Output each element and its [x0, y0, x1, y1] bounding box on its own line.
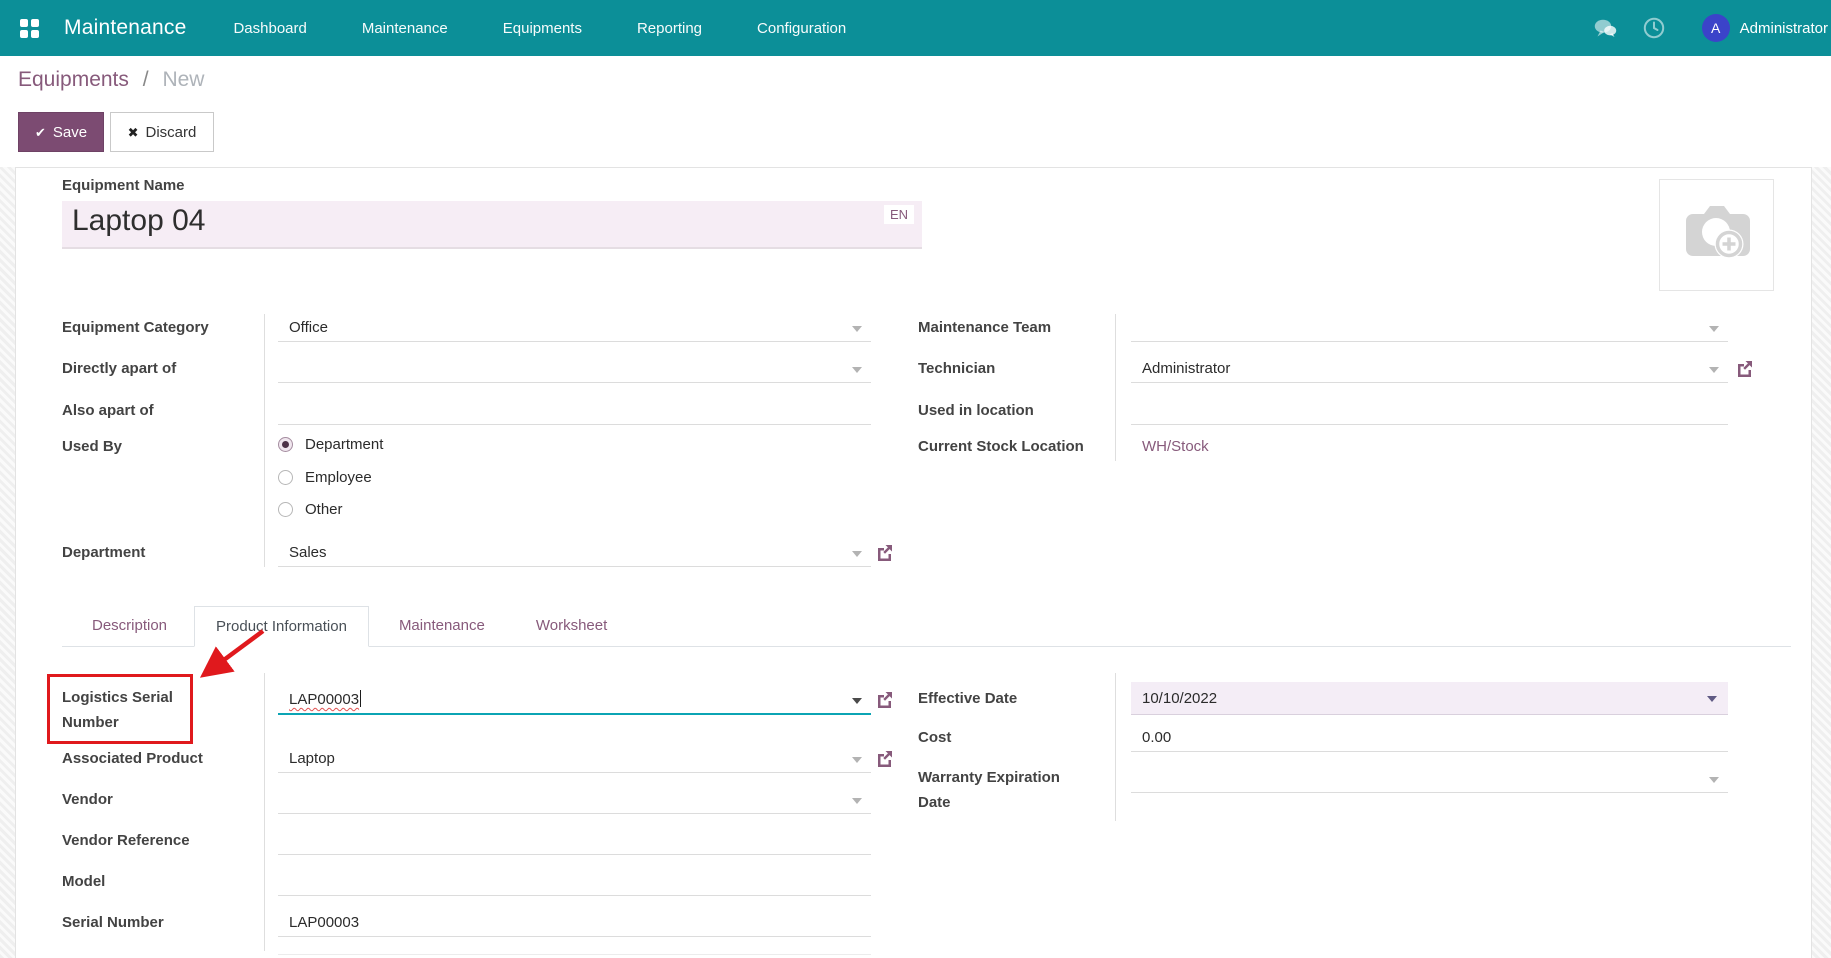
- tab-worksheet[interactable]: Worksheet: [515, 606, 628, 646]
- department-label: Department: [62, 539, 257, 567]
- vendor-field[interactable]: [278, 786, 871, 814]
- equipment-form-sheet: Equipment Name Laptop 04 EN: [15, 167, 1812, 958]
- form-canvas: Equipment Name Laptop 04 EN: [0, 167, 1831, 958]
- technician-field[interactable]: Administrator: [1131, 355, 1728, 383]
- serial-number-label: Serial Number: [62, 909, 257, 937]
- next-row-underline: [278, 954, 871, 955]
- activities-clock-icon[interactable]: [1642, 16, 1666, 40]
- discard-button-label: Discard: [146, 124, 197, 141]
- vendor-reference-field[interactable]: [278, 827, 871, 855]
- model-field[interactable]: [278, 868, 871, 896]
- breadcrumb-separator: /: [143, 68, 149, 91]
- cost-label: Cost: [918, 724, 1113, 752]
- external-link-icon[interactable]: [875, 543, 894, 562]
- control-panel: Equipments / New Save Discard: [0, 56, 1831, 167]
- camera-plus-icon: [1677, 202, 1757, 268]
- current-stock-location-field: WH/Stock: [1131, 433, 1728, 461]
- maintenance-team-label: Maintenance Team: [918, 314, 1113, 342]
- close-icon: [128, 124, 146, 141]
- tab-product-information[interactable]: Product Information: [194, 606, 369, 647]
- external-link-icon[interactable]: [1735, 359, 1754, 378]
- technician-label: Technician: [918, 355, 1113, 383]
- topbar-right: A Administrator: [1594, 0, 1828, 56]
- radio-unselected-icon[interactable]: [278, 470, 293, 485]
- breadcrumb-new: New: [162, 68, 204, 91]
- effective-date-field[interactable]: 10/10/2022: [1131, 682, 1728, 715]
- logistics-serial-number-value: LAP00003: [289, 691, 359, 708]
- stock-location-link[interactable]: WH/Stock: [1142, 438, 1209, 455]
- used-in-location-label: Used in location: [918, 397, 1113, 425]
- chevron-down-icon[interactable]: [1707, 696, 1717, 702]
- language-badge[interactable]: EN: [884, 205, 914, 224]
- equipment-name-value: Laptop 04: [72, 204, 205, 238]
- department-field[interactable]: Sales: [278, 539, 871, 567]
- warranty-expiration-date-label: Warranty Expiration Date: [918, 765, 1078, 815]
- chevron-down-icon[interactable]: [1709, 326, 1719, 332]
- model-label: Model: [62, 868, 257, 896]
- text-cursor: [360, 690, 361, 707]
- equipment-name-label: Equipment Name: [62, 177, 185, 194]
- chevron-down-icon[interactable]: [1709, 777, 1719, 783]
- external-link-icon[interactable]: [875, 690, 894, 709]
- check-icon: [35, 124, 53, 141]
- equipment-image-upload[interactable]: [1659, 179, 1774, 291]
- associated-product-value: Laptop: [289, 750, 335, 767]
- app-title[interactable]: Maintenance: [64, 16, 186, 40]
- tab-description[interactable]: Description: [71, 606, 188, 646]
- menu-dashboard[interactable]: Dashboard: [233, 20, 306, 37]
- logistics-serial-number-field[interactable]: LAP00003: [278, 685, 871, 715]
- used-by-option-other[interactable]: Other: [278, 498, 343, 520]
- menu-configuration[interactable]: Configuration: [757, 20, 846, 37]
- cost-value: 0.00: [1142, 729, 1171, 746]
- radio-unselected-icon[interactable]: [278, 502, 293, 517]
- department-value: Sales: [289, 544, 327, 561]
- chevron-down-icon[interactable]: [852, 551, 862, 557]
- apps-menu-icon[interactable]: [20, 19, 39, 38]
- current-stock-location-label: Current Stock Location: [918, 433, 1113, 461]
- chevron-down-icon[interactable]: [852, 757, 862, 763]
- tab-maintenance[interactable]: Maintenance: [378, 606, 506, 646]
- breadcrumb-equipments[interactable]: Equipments: [18, 68, 129, 91]
- maintenance-team-field[interactable]: [1131, 314, 1728, 342]
- notebook-tabs: Description Product Information Maintena…: [62, 606, 1791, 647]
- vendor-reference-label: Vendor Reference: [62, 827, 257, 855]
- vendor-label: Vendor: [62, 786, 257, 814]
- discard-button[interactable]: Discard: [110, 112, 214, 152]
- effective-date-label: Effective Date: [918, 682, 1113, 715]
- maintenance-app-window: Maintenance Dashboard Maintenance Equipm…: [0, 0, 1831, 958]
- menu-maintenance[interactable]: Maintenance: [362, 20, 448, 37]
- menu-equipments[interactable]: Equipments: [503, 20, 582, 37]
- used-in-location-field[interactable]: [1131, 397, 1728, 425]
- equipment-name-input[interactable]: Laptop 04 EN: [62, 201, 922, 249]
- messages-icon[interactable]: [1594, 16, 1618, 40]
- user-avatar[interactable]: A: [1702, 14, 1730, 42]
- user-menu[interactable]: Administrator: [1740, 20, 1828, 37]
- save-button-label: Save: [53, 124, 87, 141]
- top-menu: Dashboard Maintenance Equipments Reporti…: [233, 20, 846, 37]
- serial-number-value: LAP00003: [289, 914, 359, 931]
- save-button[interactable]: Save: [18, 112, 104, 152]
- used-by-option-employee[interactable]: Employee: [278, 466, 372, 488]
- chevron-down-icon[interactable]: [852, 798, 862, 804]
- menu-reporting[interactable]: Reporting: [637, 20, 702, 37]
- chevron-down-icon[interactable]: [1709, 367, 1719, 373]
- serial-number-field[interactable]: LAP00003: [278, 909, 871, 937]
- chevron-down-icon[interactable]: [852, 698, 862, 704]
- top-navbar: Maintenance Dashboard Maintenance Equipm…: [0, 0, 1831, 56]
- technician-value: Administrator: [1142, 360, 1230, 377]
- warranty-expiration-date-field[interactable]: [1131, 765, 1728, 793]
- breadcrumb: Equipments / New: [18, 68, 204, 92]
- effective-date-value: 10/10/2022: [1142, 690, 1217, 707]
- cost-field[interactable]: 0.00: [1131, 724, 1728, 752]
